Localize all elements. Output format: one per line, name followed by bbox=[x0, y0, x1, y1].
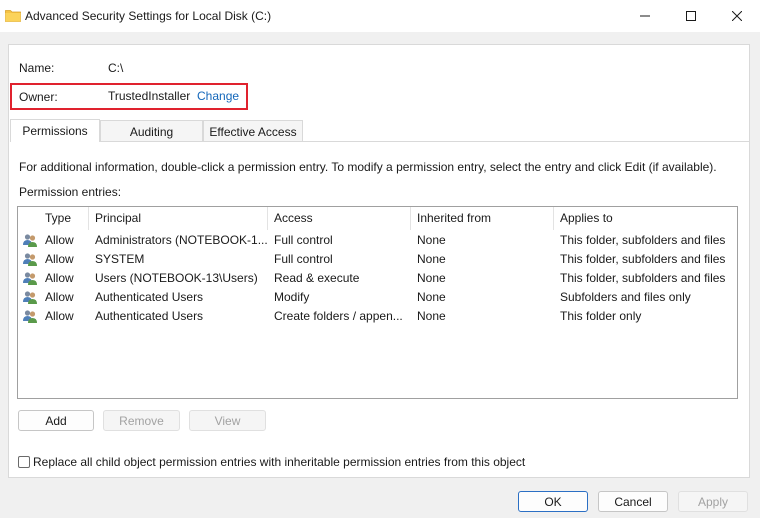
column-header-applies-to[interactable]: Applies to bbox=[553, 207, 737, 230]
list-header: Type Principal Access Inherited from App… bbox=[18, 207, 737, 230]
users-icon bbox=[23, 272, 37, 285]
tab-divider bbox=[10, 141, 750, 142]
cell-inherited: None bbox=[417, 271, 446, 285]
cell-applies: This folder, subfolders and files bbox=[560, 252, 726, 266]
column-header-access[interactable]: Access bbox=[267, 207, 411, 230]
tab-label: Permissions bbox=[22, 124, 88, 138]
cell-access: Full control bbox=[274, 233, 333, 247]
change-owner-link[interactable]: Change bbox=[197, 89, 239, 103]
tab-permissions[interactable]: Permissions bbox=[10, 119, 100, 142]
cell-access: Read & execute bbox=[274, 271, 360, 285]
window-title: Advanced Security Settings for Local Dis… bbox=[25, 9, 272, 23]
cell-access: Full control bbox=[274, 252, 333, 266]
users-icon bbox=[23, 253, 37, 266]
name-value: C:\ bbox=[108, 61, 124, 75]
cell-principal: SYSTEM bbox=[95, 252, 145, 266]
close-button[interactable] bbox=[714, 0, 760, 32]
column-header-type[interactable]: Type bbox=[38, 207, 89, 230]
cell-access: Create folders / appen... bbox=[274, 309, 403, 323]
column-header-principal[interactable]: Principal bbox=[88, 207, 268, 230]
cell-inherited: None bbox=[417, 233, 446, 247]
permission-entries-list[interactable]: Type Principal Access Inherited from App… bbox=[17, 206, 738, 399]
cell-type: Allow bbox=[45, 233, 74, 247]
permission-entries-label: Permission entries: bbox=[19, 185, 122, 199]
owner-value: TrustedInstaller bbox=[108, 89, 191, 103]
users-icon bbox=[23, 291, 37, 304]
maximize-icon bbox=[686, 11, 696, 21]
cell-access: Modify bbox=[274, 290, 310, 304]
table-row[interactable]: Allow Users (NOTEBOOK-13\Users) Read & exe… bbox=[18, 269, 737, 288]
minimize-button[interactable] bbox=[622, 0, 668, 32]
tab-label: Effective Access bbox=[209, 124, 297, 139]
tab-auditing[interactable]: Auditing bbox=[100, 120, 203, 142]
users-icon bbox=[23, 310, 37, 323]
owner-label: Owner: bbox=[19, 90, 58, 104]
tab-label: Auditing bbox=[129, 124, 174, 139]
cell-principal: Authenticated Users bbox=[95, 309, 204, 323]
cell-type: Allow bbox=[45, 271, 74, 285]
folder-icon bbox=[5, 10, 21, 22]
replace-entries-label: Replace all child object permission entr… bbox=[33, 455, 526, 469]
users-icon bbox=[23, 234, 37, 247]
maximize-button[interactable] bbox=[668, 0, 714, 32]
tab-effective-access[interactable]: Effective Access bbox=[203, 120, 303, 142]
cell-inherited: None bbox=[417, 309, 446, 323]
replace-entries-checkbox[interactable] bbox=[18, 456, 30, 468]
name-label: Name: bbox=[19, 61, 55, 75]
cell-applies: This folder only bbox=[560, 309, 642, 323]
info-text: For additional information, double-click… bbox=[19, 160, 717, 174]
table-row[interactable]: Allow SYSTEM Full control None This folder, … bbox=[18, 250, 737, 269]
add-button[interactable]: Add bbox=[18, 410, 94, 431]
cell-applies: This folder, subfolders and files bbox=[560, 233, 726, 247]
cell-principal: Authenticated Users bbox=[95, 290, 204, 304]
cell-type: Allow bbox=[45, 290, 74, 304]
view-button[interactable]: View bbox=[189, 410, 266, 431]
cell-applies: Subfolders and files only bbox=[560, 290, 691, 304]
minimize-icon bbox=[640, 15, 650, 17]
column-header-inherited-from[interactable]: Inherited from bbox=[410, 207, 554, 230]
remove-button[interactable]: Remove bbox=[103, 410, 180, 431]
cell-type: Allow bbox=[45, 309, 74, 323]
ok-button[interactable]: OK bbox=[518, 491, 588, 512]
cancel-button[interactable]: Cancel bbox=[598, 491, 668, 512]
cell-inherited: None bbox=[417, 252, 446, 266]
cell-type: Allow bbox=[45, 252, 74, 266]
cell-principal: Users (NOTEBOOK-13\Users) bbox=[95, 271, 258, 285]
table-row[interactable]: Allow Authenticated Users Modify None Subfol… bbox=[18, 288, 737, 307]
close-icon bbox=[732, 11, 742, 21]
cell-inherited: None bbox=[417, 290, 446, 304]
cell-applies: This folder, subfolders and files bbox=[560, 271, 726, 285]
cell-principal: Administrators (NOTEBOOK-1... bbox=[95, 233, 267, 247]
table-row[interactable]: Allow Administrators (NOTEBOOK-1... Full c… bbox=[18, 231, 737, 250]
title-bar: Advanced Security Settings for Local Dis… bbox=[0, 0, 760, 32]
table-row[interactable]: Allow Authenticated Users Create folders /… bbox=[18, 307, 737, 326]
apply-button[interactable]: Apply bbox=[678, 491, 748, 512]
